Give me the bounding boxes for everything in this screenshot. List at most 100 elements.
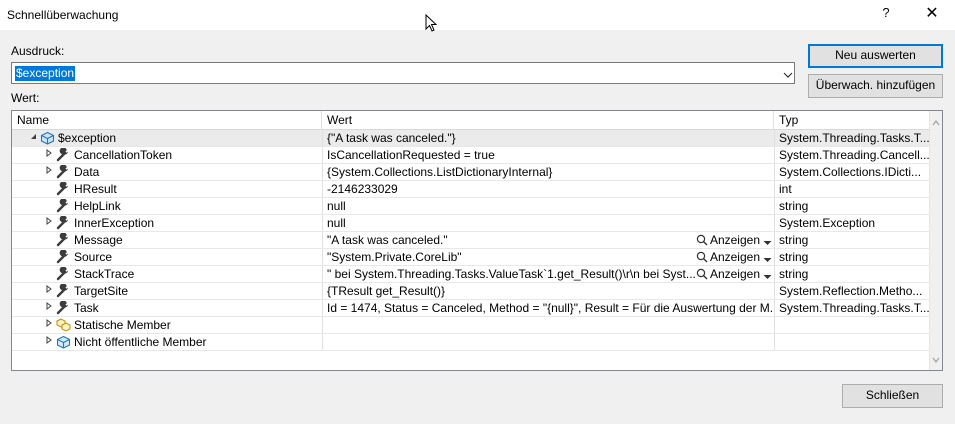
scroll-up-icon[interactable] [932,115,940,129]
chevron-down-icon[interactable] [783,68,793,82]
table-row[interactable]: Statische Member [12,317,930,334]
value-cell[interactable]: null [322,198,774,214]
non-public-members-icon [56,335,71,349]
table-row[interactable]: TargetSite {TResult get_Result()} System.R… [12,283,930,300]
collapsed-triangle-icon[interactable] [44,215,54,231]
wrench-icon [56,164,71,179]
type-cell [774,334,930,350]
chevron-down-icon[interactable] [763,250,772,264]
table-row[interactable]: CancellationToken IsCancellationRequested… [12,147,930,164]
name-cell: Message [12,232,322,248]
value-cell[interactable]: -2146233029 [322,181,774,197]
expression-combobox[interactable]: $exception [11,62,795,84]
name-cell: Nicht öffentliche Member [12,334,322,350]
row-value: IsCancellationRequested = true [327,148,495,162]
table-row[interactable]: StackTrace " bei System.Threading.Tasks.V… [12,266,930,283]
view-button[interactable]: Anzeigen [694,249,772,265]
scroll-down-icon[interactable] [932,352,940,366]
row-name: Nicht öffentliche Member [74,335,207,349]
window-title: Schnellüberwachung [7,8,119,22]
name-cell: Statische Member [12,317,322,333]
wrench-icon [56,266,71,281]
view-label: Anzeigen [709,267,760,281]
collapsed-triangle-icon[interactable] [44,164,54,180]
title-bar: Schnellüberwachung ? ✕ [0,0,955,32]
reevaluate-button[interactable]: Neu auswerten [808,44,943,68]
column-header-type[interactable]: Typ [774,111,930,130]
column-header-name[interactable]: Name [12,111,322,130]
value-cell[interactable] [322,334,774,350]
vertical-scrollbar[interactable] [929,111,942,370]
type-cell: string [774,232,930,248]
watch-grid: Name Wert Typ $exception {"A task was can… [11,110,943,371]
row-value: "System.Private.CoreLib" [327,250,462,264]
chevron-down-icon[interactable] [763,267,772,281]
table-row[interactable]: Message "A task was canceled." Anzeigen str… [12,232,930,249]
table-row[interactable]: HResult -2146233029 int [12,181,930,198]
name-cell: InnerException [12,215,322,231]
value-cell[interactable]: " bei System.Threading.Tasks.ValueTask`1… [322,266,774,282]
wrench-icon [56,147,71,162]
row-name: Source [74,250,113,264]
view-label: Anzeigen [709,250,760,264]
row-value: {"A task was canceled."} [327,131,456,145]
row-value: " bei System.Threading.Tasks.ValueTask`1… [327,267,696,281]
row-value: null [327,216,346,230]
name-cell: Task [12,300,322,316]
table-row[interactable]: Task Id = 1474, Status = Canceled, Method… [12,300,930,317]
table-row[interactable]: $exception {"A task was canceled."} System… [12,130,930,147]
row-value: {TResult get_Result()} [327,284,446,298]
table-row[interactable]: InnerException null System.Exception [12,215,930,232]
value-cell[interactable]: {TResult get_Result()} [322,283,774,299]
row-name: StackTrace [74,267,135,281]
row-name: Statische Member [74,318,171,332]
name-cell: HResult [12,181,322,197]
table-row[interactable]: Data {System.Collections.ListDictionaryIn… [12,164,930,181]
column-header-value[interactable]: Wert [322,111,774,130]
collapsed-triangle-icon[interactable] [44,334,54,350]
value-cell[interactable]: {"A task was canceled."} [322,130,774,146]
help-button[interactable]: ? [874,5,898,25]
search-icon [696,267,708,281]
view-button[interactable]: Anzeigen [694,266,772,282]
value-cell[interactable] [322,317,774,333]
close-button[interactable]: Schließen [842,384,943,408]
value-cell[interactable]: "A task was canceled." Anzeigen [322,232,774,248]
wrench-icon [56,232,71,247]
static-members-icon [56,318,71,332]
table-row[interactable]: HelpLink null string [12,198,930,215]
value-cell[interactable]: {System.Collections.ListDictionaryIntern… [322,164,774,180]
table-row[interactable]: Nicht öffentliche Member [12,334,930,351]
value-cell[interactable]: Id = 1474, Status = Canceled, Method = "… [322,300,774,316]
collapsed-triangle-icon[interactable] [44,283,54,299]
expression-input[interactable]: $exception [15,66,76,81]
row-value: "A task was canceled." [327,233,448,247]
row-name: InnerException [74,216,155,230]
name-cell: TargetSite [12,283,322,299]
name-cell: $exception [12,130,322,146]
view-button[interactable]: Anzeigen [694,232,772,248]
collapsed-triangle-icon[interactable] [44,317,54,333]
row-name: Task [74,301,99,315]
row-name: TargetSite [74,284,129,298]
row-name: HResult [74,182,117,196]
type-cell: System.Threading.Cancell... [774,147,930,163]
collapsed-triangle-icon[interactable] [44,300,54,316]
row-value: null [327,199,346,213]
wrench-icon [56,283,71,298]
value-cell[interactable]: "System.Private.CoreLib" Anzeigen [322,249,774,265]
row-name: $exception [58,131,117,145]
type-cell: System.Threading.Tasks.T... [774,300,930,316]
value-cell[interactable]: IsCancellationRequested = true [322,147,774,163]
chevron-down-icon[interactable] [763,233,772,247]
close-window-button[interactable]: ✕ [918,3,946,25]
row-value: Id = 1474, Status = Canceled, Method = "… [327,301,774,315]
expression-label: Ausdruck: [11,44,65,58]
expanded-triangle-icon[interactable] [28,130,38,146]
collapsed-triangle-icon[interactable] [44,147,54,163]
value-cell[interactable]: null [322,215,774,231]
type-cell: System.Collections.IDicti... [774,164,930,180]
table-row[interactable]: Source "System.Private.CoreLib" Anzeigen st… [12,249,930,266]
object-icon [40,131,55,145]
add-watch-button[interactable]: Überwach. hinzufügen [808,74,943,98]
